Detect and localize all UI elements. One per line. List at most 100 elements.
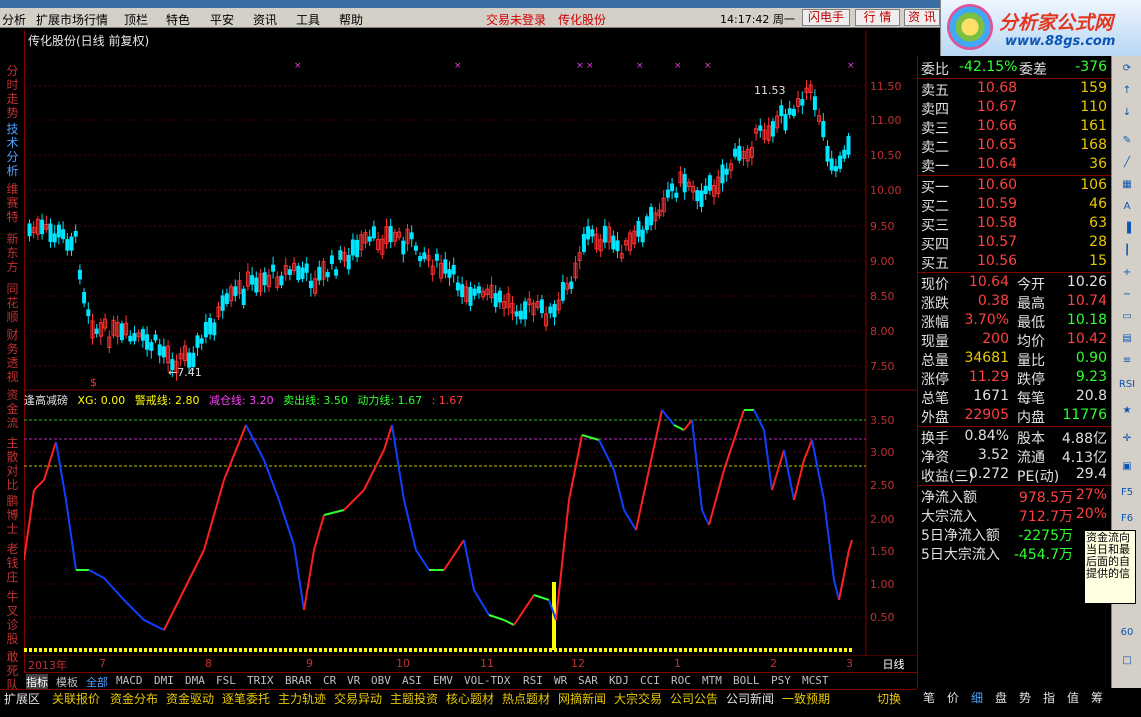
nav-stock-diagnosis[interactable]: 牛叉诊股 xyxy=(4,590,21,646)
text-icon[interactable]: A xyxy=(1117,198,1137,216)
right-bottom-tab[interactable]: 势 xyxy=(1019,689,1031,706)
bottom-tab[interactable]: 热点题材 xyxy=(502,690,550,707)
indicator-tab-mtm[interactable]: MTM xyxy=(702,674,722,687)
news-button[interactable]: 资 讯 xyxy=(904,9,940,26)
zoom-in-icon[interactable]: + xyxy=(1117,264,1137,282)
indicator-tab-psy[interactable]: PSY xyxy=(771,674,791,687)
day-icon[interactable]: □ xyxy=(1117,652,1137,670)
right-bottom-tab[interactable]: 筹 xyxy=(1091,689,1103,706)
nav-daredevil[interactable]: 敢死队 xyxy=(4,650,21,692)
high-price-label: 11.53 xyxy=(754,84,786,97)
bottom-tab[interactable]: 逐笔委托 xyxy=(222,690,270,707)
indicator-tab-wr[interactable]: WR xyxy=(554,674,567,687)
bottom-tab[interactable]: 主题投资 xyxy=(390,690,438,707)
arrow-up-icon[interactable]: ↑ xyxy=(1117,82,1137,100)
quote-button[interactable]: 行 情 xyxy=(855,9,900,26)
nav-laoqianzhuang[interactable]: 老钱庄 xyxy=(4,542,21,584)
right-bottom-tab[interactable]: 笔 xyxy=(923,689,935,706)
window-icon[interactable]: ▭ xyxy=(1117,308,1137,326)
candle-icon[interactable]: ┃ xyxy=(1117,242,1137,260)
refresh-icon[interactable]: ⟳ xyxy=(1117,60,1137,78)
flash-trade-button[interactable]: 闪电手 xyxy=(802,9,850,26)
indicator-tab-指标[interactable]: 指标 xyxy=(26,674,48,690)
switch-button[interactable]: 切换 xyxy=(877,690,901,707)
layout-icon[interactable]: ▤ xyxy=(1117,330,1137,348)
menu-top-bar[interactable]: 顶栏 xyxy=(124,11,148,28)
list-icon[interactable]: ≡ xyxy=(1117,352,1137,370)
menu-tools[interactable]: 工具 xyxy=(296,11,320,28)
menu-extended-market[interactable]: 扩展市场行情 xyxy=(36,11,108,28)
bottom-tab[interactable]: 网摘新闻 xyxy=(558,690,606,707)
menu-analysis[interactable]: 分析 xyxy=(2,11,26,28)
nav-timeshare[interactable]: 分时走势 xyxy=(4,64,21,120)
lock-icon[interactable]: ▣ xyxy=(1117,458,1137,476)
kline-chart[interactable]: 11.50 11.00 10.50 10.00 9.50 9.00 8.50 8.00 7.50… xyxy=(24,30,917,656)
indicator-tab-obv[interactable]: OBV xyxy=(371,674,391,687)
bottom-tab[interactable]: 关联报价 xyxy=(52,690,100,707)
period-button[interactable]: 日线 xyxy=(871,656,916,671)
indicator-tab-cci[interactable]: CCI xyxy=(640,674,660,687)
rsi-icon[interactable]: RSI xyxy=(1117,376,1137,394)
menu-pingan[interactable]: 平安 xyxy=(210,11,234,28)
indicator-tab-asi[interactable]: ASI xyxy=(402,674,422,687)
indicator-tab-cr[interactable]: CR xyxy=(323,674,336,687)
bottom-tab[interactable]: 一致预期 xyxy=(782,690,830,707)
bottom-tab[interactable]: 核心题材 xyxy=(446,690,494,707)
indicator-tab-emv[interactable]: EMV xyxy=(433,674,453,687)
indicator-tab-模板[interactable]: 模板 xyxy=(56,674,78,690)
f6-button[interactable]: F6 xyxy=(1117,510,1137,528)
bottom-tab[interactable]: 资金分布 xyxy=(110,690,158,707)
indicator-tab-dma[interactable]: DMA xyxy=(185,674,205,687)
nav-xindongfang[interactable]: 新东方 xyxy=(4,232,21,274)
nav-finance[interactable]: 财务透视 xyxy=(4,328,21,384)
right-bottom-tab[interactable]: 指 xyxy=(1043,689,1055,706)
right-bottom-tab[interactable]: 盘 xyxy=(995,689,1007,706)
bar-chart-icon[interactable]: ▐ xyxy=(1117,220,1137,238)
nav-technical-analysis[interactable]: 技术分析 xyxy=(4,122,21,178)
indicator-tab-mcst[interactable]: MCST xyxy=(802,674,829,687)
indicator-tab-fsl[interactable]: FSL xyxy=(216,674,236,687)
indicator-tab-dmi[interactable]: DMI xyxy=(154,674,174,687)
draw-tool-icon[interactable]: ✎ xyxy=(1117,132,1137,150)
right-bottom-tab[interactable]: 细 xyxy=(971,689,983,706)
indicator-tab-roc[interactable]: ROC xyxy=(671,674,691,687)
indicator-tab-boll[interactable]: BOLL xyxy=(733,674,760,687)
indicator-tab-sar[interactable]: SAR xyxy=(578,674,598,687)
ask-row: 卖五 10.68 159 xyxy=(921,80,1109,99)
indicator-tab-brar[interactable]: BRAR xyxy=(285,674,312,687)
bottom-tab[interactable]: 公司公告 xyxy=(670,690,718,707)
menu-help[interactable]: 帮助 xyxy=(339,11,363,28)
ask-volume: 110 xyxy=(1080,99,1107,115)
f5-button[interactable]: F5 xyxy=(1117,484,1137,502)
nav-weisaite[interactable]: 维赛特 xyxy=(4,182,21,224)
bottom-tab[interactable]: 扩展区 xyxy=(4,690,40,707)
menu-special[interactable]: 特色 xyxy=(166,11,190,28)
bottom-tab[interactable]: 交易异动 xyxy=(334,690,382,707)
nav-tonghuashun[interactable]: 同花顺 xyxy=(4,282,21,324)
move-icon[interactable]: ✛ xyxy=(1117,430,1137,448)
indicator-tab-vr[interactable]: VR xyxy=(347,674,360,687)
indicator-tab-rsi[interactable]: RSI xyxy=(523,674,543,687)
grid-icon[interactable]: ▦ xyxy=(1117,176,1137,194)
nav-capital-flow[interactable]: 资金流 xyxy=(4,388,21,430)
indicator-tab-trix[interactable]: TRIX xyxy=(247,674,274,687)
bottom-tab[interactable]: 大宗交易 xyxy=(614,690,662,707)
period-60-button[interactable]: 60 xyxy=(1117,624,1137,642)
bottom-tab[interactable]: 资金驱动 xyxy=(166,690,214,707)
indicator-tab-vol-tdx[interactable]: VOL-TDX xyxy=(464,674,510,687)
right-bottom-tab[interactable]: 价 xyxy=(947,689,959,706)
indicator-tab-macd[interactable]: MACD xyxy=(116,674,143,687)
bottom-tab[interactable]: 公司新闻 xyxy=(726,690,774,707)
right-bottom-tab[interactable]: 值 xyxy=(1067,689,1079,706)
nav-pengboshi[interactable]: 鹏博士 xyxy=(4,494,21,536)
indicator-tab-全部[interactable]: 全部 xyxy=(86,674,108,690)
trade-login-status[interactable]: 交易未登录 xyxy=(486,11,546,28)
indicator-tab-kdj[interactable]: KDJ xyxy=(609,674,629,687)
zoom-out-icon[interactable]: − xyxy=(1117,286,1137,304)
chart-line-icon[interactable]: ╱ xyxy=(1117,154,1137,172)
arrow-down-icon[interactable]: ↓ xyxy=(1117,104,1137,122)
nav-main-vs-retail[interactable]: 主散对比 xyxy=(4,436,21,492)
star-icon[interactable]: ★ xyxy=(1117,402,1137,420)
menu-news[interactable]: 资讯 xyxy=(253,11,277,28)
bottom-tab[interactable]: 主力轨迹 xyxy=(278,690,326,707)
